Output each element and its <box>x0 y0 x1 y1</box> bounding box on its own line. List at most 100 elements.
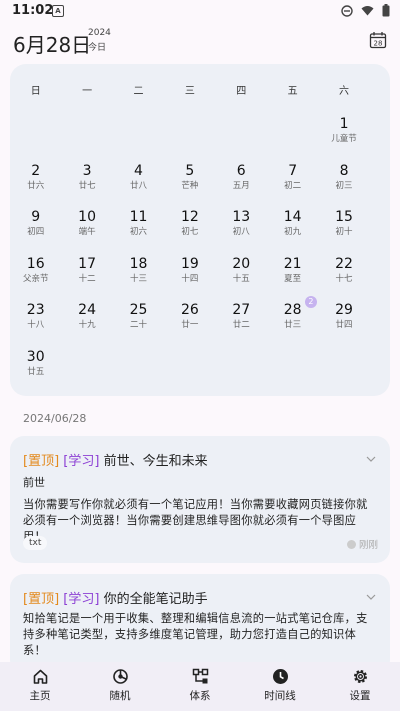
day-number: 24 <box>78 302 96 318</box>
calendar-day[interactable]: 5 芒种 <box>164 161 215 208</box>
day-number: 27 <box>232 302 251 318</box>
day-number: 4 <box>134 162 143 179</box>
calendar-week: 16 父亲节 17 十二 18 十三 19 十四 20 十五 21 夏至 22 十七 <box>10 254 390 301</box>
day-number: 20 <box>232 255 251 272</box>
chevron-down-icon[interactable] <box>366 592 376 602</box>
calendar-day[interactable]: 3 廿七 <box>61 161 112 208</box>
day-lunar-label: 廿五 <box>27 366 45 377</box>
note-card[interactable]: [置顶] [学习] 你的全能笔记助手 知拾笔记是一个用于收集、整理和编辑信息流的… <box>10 574 390 674</box>
day-number: 21 <box>283 255 302 272</box>
day-number: 9 <box>31 209 41 225</box>
month-calendar: 日 一 二 三 四 五 六 1 儿童节 2 廿六 3 廿七 4 廿八 5 芒种 6 五月 7 初二 8 初三 9… <box>10 64 390 396</box>
calendar-day[interactable]: 26 廿一 <box>164 300 215 347</box>
calendar-day[interactable]: 10 端午 <box>61 207 112 254</box>
calendar-day[interactable]: 17 十二 <box>61 254 112 301</box>
day-lunar-label: 初二 <box>284 180 302 191</box>
calendar-day[interactable]: 9 初四 <box>10 207 61 254</box>
day-number: 1 <box>339 116 349 132</box>
day-lunar-label: 十五 <box>232 273 250 284</box>
day-lunar-label: 初九 <box>284 227 302 237</box>
calendar-day[interactable]: 7 初二 <box>267 161 318 208</box>
calendar-day[interactable]: 28 廿三 2 <box>267 296 318 347</box>
day-lunar-label: 初七 <box>181 227 199 237</box>
calendar-day[interactable]: 18 十三 <box>113 254 164 301</box>
calendar-day[interactable]: 23 十八 <box>10 300 61 347</box>
calendar-empty-cell <box>164 114 215 161</box>
calendar-day[interactable]: 13 初八 <box>216 207 267 254</box>
day-number: 16 <box>26 255 45 272</box>
nav-home[interactable]: 主页 <box>0 662 80 711</box>
nav-timeline-label: 时间线 <box>264 690 296 702</box>
calendar-day[interactable]: 22 十七 <box>318 254 369 301</box>
day-lunar-label: 十四 <box>181 273 199 284</box>
day-lunar-label: 五月 <box>232 180 250 191</box>
calendar-day[interactable]: 29 廿四 <box>318 300 369 347</box>
calendar-day[interactable]: 2 廿六 <box>10 161 61 208</box>
status-bar: 11:02 A <box>0 0 400 22</box>
calendar-day[interactable]: 25 二十 <box>113 300 164 347</box>
calendar-week: 1 儿童节 <box>10 114 390 161</box>
note-title: 你的全能笔记助手 <box>103 592 208 607</box>
random-icon <box>112 669 128 684</box>
calendar-day[interactable]: 1 儿童节 <box>318 114 369 161</box>
day-lunar-label: 廿七 <box>78 180 96 191</box>
calendar-empty-cell <box>113 114 164 161</box>
nav-home-label: 主页 <box>29 690 51 702</box>
calendar-day[interactable]: 4 廿八 <box>113 161 164 208</box>
nav-settings[interactable]: 设置 <box>320 662 400 711</box>
calendar-day[interactable]: 16 父亲节 <box>10 254 61 301</box>
calendar-day[interactable]: 12 初七 <box>164 207 215 254</box>
today-calendar-button[interactable]: 28 <box>369 31 387 49</box>
day-lunar-label: 儿童节 <box>331 134 357 144</box>
calendar-empty-cell <box>216 114 267 161</box>
calendar-week: 23 十八 24 十九 25 二十 26 廿一 27 廿二 28 廿三 2 29 廿四 <box>10 296 390 347</box>
calendar-day[interactable]: 14 初九 <box>267 207 318 254</box>
day-lunar-label: 十三 <box>129 273 147 284</box>
nav-timeline[interactable]: 时间线 <box>240 662 320 711</box>
day-lunar-label: 廿一 <box>181 320 199 330</box>
day-number: 8 <box>339 162 349 179</box>
calendar-day[interactable]: 20 十五 <box>216 254 267 301</box>
header-today-label: 今日 <box>88 43 107 53</box>
calendar-day[interactable]: 19 十四 <box>164 254 215 301</box>
note-card[interactable]: [置顶] [学习] 前世、今生和未来 前世 当你需要写作你就必须有一个笔记应用！… <box>10 436 390 563</box>
day-number: 13 <box>232 209 251 225</box>
nav-system[interactable]: 体系 <box>160 662 240 711</box>
header-year: 2024 <box>88 28 111 38</box>
calendar-day[interactable]: 15 初十 <box>318 207 369 254</box>
note-subtitle: 前世 <box>23 476 45 489</box>
home-icon <box>33 669 47 684</box>
wifi-icon <box>361 6 374 16</box>
day-number: 17 <box>78 255 96 272</box>
app-notification-icon: A <box>52 5 64 17</box>
day-lunar-label: 廿八 <box>129 180 147 191</box>
calendar-day[interactable]: 21 夏至 <box>267 254 318 301</box>
day-number: 23 <box>26 302 45 318</box>
day-lunar-label: 初四 <box>27 227 45 237</box>
day-lunar-label: 十七 <box>335 273 353 284</box>
note-title-row: [置顶] [学习] 你的全能笔记助手 <box>23 588 208 607</box>
day-number: 22 <box>335 255 353 272</box>
battery-icon <box>382 4 390 17</box>
calendar-day[interactable]: 27 廿二 <box>216 300 267 347</box>
day-number: 14 <box>283 209 302 225</box>
weekday-sun: 日 <box>30 86 41 97</box>
calendar-day[interactable]: 24 十九 <box>61 300 112 347</box>
chevron-down-icon[interactable] <box>366 454 376 464</box>
status-time: 11:02 <box>12 3 54 18</box>
note-title: 前世、今生和未来 <box>103 454 208 469</box>
day-lunar-label: 端午 <box>78 227 96 237</box>
nav-random[interactable]: 随机 <box>80 662 160 711</box>
category-tag: [学习] <box>63 592 100 607</box>
calendar-empty-cell <box>61 347 112 394</box>
day-lunar-label: 芒种 <box>181 180 199 191</box>
day-lunar-label: 初六 <box>129 227 147 237</box>
day-number: 15 <box>335 209 353 225</box>
calendar-day[interactable]: 11 初六 <box>113 207 164 254</box>
calendar-day[interactable]: 30 廿五 <box>10 347 61 394</box>
calendar-empty-cell <box>267 347 318 394</box>
time-icon <box>346 539 356 549</box>
calendar-day[interactable]: 6 五月 <box>216 161 267 208</box>
day-number: 2 <box>31 162 41 179</box>
calendar-day[interactable]: 8 初三 <box>318 161 369 208</box>
